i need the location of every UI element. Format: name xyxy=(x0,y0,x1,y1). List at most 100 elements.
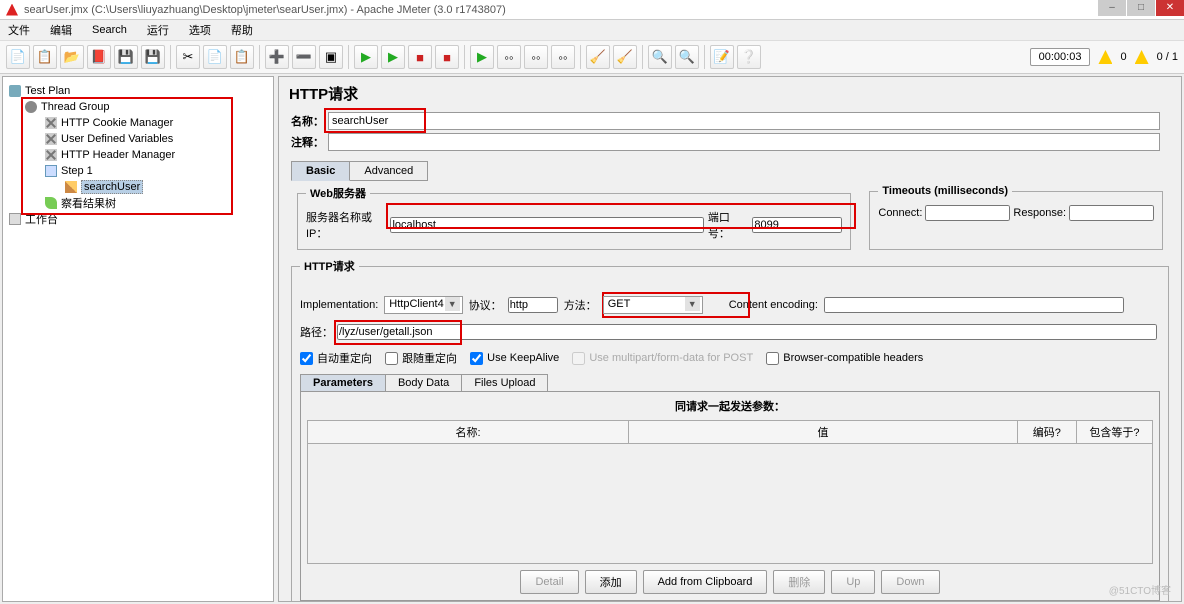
start-notimer-icon[interactable]: ▶ xyxy=(381,45,405,69)
tree-threadgroup[interactable]: Thread Group xyxy=(5,99,271,115)
tab-basic[interactable]: Basic xyxy=(291,161,350,181)
protocol-input[interactable] xyxy=(508,297,558,313)
maximize-button[interactable]: □ xyxy=(1127,0,1155,16)
menu-options[interactable]: 选项 xyxy=(185,20,215,40)
btn-detail[interactable]: Detail xyxy=(520,570,578,594)
remote-start-all-icon[interactable]: ◦◦ xyxy=(497,45,521,69)
cb-multipart[interactable]: Use multipart/form-data for POST xyxy=(572,352,753,365)
warn-count: 0 xyxy=(1120,51,1126,63)
httpreq-legend: HTTP请求 xyxy=(300,258,359,274)
search-icon[interactable]: 🔍 xyxy=(648,45,672,69)
menu-run[interactable]: 运行 xyxy=(143,20,173,40)
connect-input[interactable] xyxy=(925,205,1010,221)
tree-panel: Test Plan Thread Group HTTP Cookie Manag… xyxy=(2,76,274,602)
tree-headermgr[interactable]: HTTP Header Manager xyxy=(5,147,271,163)
templates-icon[interactable]: 📋 xyxy=(33,45,57,69)
toolbar: 📄 📋 📂 📕 💾 💾 ✂ 📄 📋 ➕ ➖ ▣ ▶ ▶ ■ ■ ▶ ◦◦ ◦◦ … xyxy=(0,40,1184,74)
tree-cookiemgr[interactable]: HTTP Cookie Manager xyxy=(5,115,271,131)
menu-edit[interactable]: 编辑 xyxy=(46,20,76,40)
col-include: 包含等于? xyxy=(1076,420,1152,443)
method-select[interactable]: GET xyxy=(603,296,703,314)
titlebar: searUser.jmx (C:\Users\liuyazhuang\Deskt… xyxy=(0,0,1184,20)
menu-help[interactable]: 帮助 xyxy=(227,20,257,40)
cb-browser[interactable]: Browser-compatible headers xyxy=(766,352,923,365)
col-name: 名称: xyxy=(308,420,629,443)
path-input[interactable] xyxy=(337,324,1157,340)
toggle-icon[interactable]: ▣ xyxy=(319,45,343,69)
btn-delete[interactable]: 删除 xyxy=(773,570,825,594)
subtab-params[interactable]: Parameters xyxy=(300,374,386,392)
listener-icon xyxy=(45,197,57,209)
menu-search[interactable]: Search xyxy=(88,22,131,38)
close-button[interactable]: ✕ xyxy=(1156,0,1184,16)
paste-icon[interactable]: 📋 xyxy=(230,45,254,69)
copy-icon[interactable]: 📄 xyxy=(203,45,227,69)
impl-select[interactable]: HttpClient4 xyxy=(384,296,462,314)
comment-label: 注释： xyxy=(291,134,324,150)
btn-clipboard[interactable]: Add from Clipboard xyxy=(643,570,768,594)
server-label: 服务器名称或IP： xyxy=(306,209,386,241)
timer: 00:00:03 xyxy=(1030,48,1091,66)
response-input[interactable] xyxy=(1069,205,1154,221)
function-icon[interactable]: 📝 xyxy=(710,45,734,69)
watermark: @51CTO博客 xyxy=(1109,582,1171,597)
shutdown-icon[interactable]: ■ xyxy=(435,45,459,69)
name-input[interactable] xyxy=(328,112,1160,130)
col-value: 值 xyxy=(629,420,1018,443)
subtab-body[interactable]: Body Data xyxy=(385,374,462,392)
new-icon[interactable]: 📄 xyxy=(6,45,30,69)
connect-label: Connect: xyxy=(878,207,922,219)
reset-search-icon[interactable]: 🔍 xyxy=(675,45,699,69)
protocol-label: 协议： xyxy=(469,297,502,313)
saveas-icon[interactable]: 💾 xyxy=(141,45,165,69)
btn-add[interactable]: 添加 xyxy=(585,570,637,594)
thread-count: 0 / 1 xyxy=(1157,51,1178,63)
step-icon xyxy=(45,165,57,177)
comment-input[interactable] xyxy=(328,133,1160,151)
cb-follow[interactable]: 跟随重定向 xyxy=(385,350,457,366)
collapse-icon[interactable]: ➖ xyxy=(292,45,316,69)
tree-searchuser[interactable]: searchUser xyxy=(5,179,271,195)
minimize-button[interactable]: – xyxy=(1098,0,1126,16)
expand-icon[interactable]: ➕ xyxy=(265,45,289,69)
params-table: 名称: 值 编码? 包含等于? xyxy=(307,420,1153,564)
menu-file[interactable]: 文件 xyxy=(4,20,34,40)
config-icon xyxy=(45,117,57,129)
tree-step1[interactable]: Step 1 xyxy=(5,163,271,179)
cb-keepalive[interactable]: Use KeepAlive xyxy=(470,352,559,365)
cut-icon[interactable]: ✂ xyxy=(176,45,200,69)
timeouts-legend: Timeouts (milliseconds) xyxy=(878,185,1012,197)
tree-workbench[interactable]: 工作台 xyxy=(5,211,271,227)
page-title: HTTP请求 xyxy=(289,83,1175,104)
help-icon[interactable]: ❔ xyxy=(737,45,761,69)
tree-testplan[interactable]: Test Plan xyxy=(5,83,271,99)
open-icon[interactable]: 📂 xyxy=(60,45,84,69)
response-label: Response: xyxy=(1013,207,1066,219)
remote-start-icon[interactable]: ▶ xyxy=(470,45,494,69)
cb-auto[interactable]: 自动重定向 xyxy=(300,350,372,366)
remote-stop-icon[interactable]: ◦◦ xyxy=(524,45,548,69)
name-label: 名称： xyxy=(291,113,324,129)
close-icon[interactable]: 📕 xyxy=(87,45,111,69)
webserver-legend: Web服务器 xyxy=(306,185,370,201)
remote-shutdown-icon[interactable]: ◦◦ xyxy=(551,45,575,69)
config-icon xyxy=(45,133,57,145)
btn-down[interactable]: Down xyxy=(881,570,939,594)
params-title: 同请求一起发送参数： xyxy=(307,398,1153,414)
start-icon[interactable]: ▶ xyxy=(354,45,378,69)
clear-all-icon[interactable]: 🧹 xyxy=(613,45,637,69)
btn-up[interactable]: Up xyxy=(831,570,875,594)
clear-icon[interactable]: 🧹 xyxy=(586,45,610,69)
flask-icon xyxy=(9,85,21,97)
tab-advanced[interactable]: Advanced xyxy=(349,161,428,181)
port-input[interactable] xyxy=(752,217,842,233)
tree-resulttree[interactable]: 察看结果树 xyxy=(5,195,271,211)
server-input[interactable] xyxy=(390,217,703,233)
encoding-input[interactable] xyxy=(824,297,1124,313)
params-body[interactable] xyxy=(308,443,1153,563)
method-label: 方法： xyxy=(564,297,597,313)
save-icon[interactable]: 💾 xyxy=(114,45,138,69)
subtab-files[interactable]: Files Upload xyxy=(461,374,548,392)
tree-udv[interactable]: User Defined Variables xyxy=(5,131,271,147)
stop-icon[interactable]: ■ xyxy=(408,45,432,69)
